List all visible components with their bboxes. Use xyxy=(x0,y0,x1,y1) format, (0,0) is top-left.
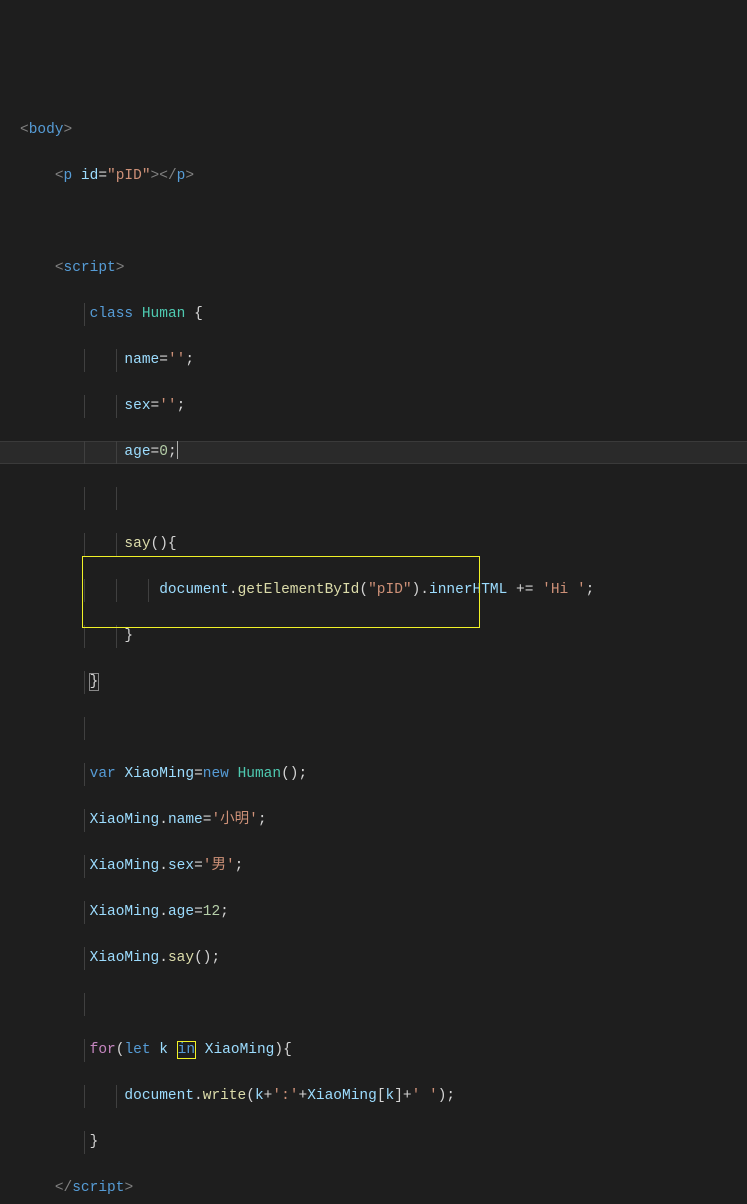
code-line: XiaoMing.age=12; xyxy=(20,901,747,924)
code-line xyxy=(20,717,747,740)
code-line: for(let k in XiaoMing){ xyxy=(20,1039,747,1062)
code-line: <script> xyxy=(20,257,747,280)
code-line: </script> xyxy=(20,1177,747,1200)
code-line: class Human { xyxy=(20,303,747,326)
code-line: say(){ xyxy=(20,533,747,556)
code-editor[interactable]: <body> <p id="pID"></p> <script> class H… xyxy=(20,96,747,1204)
code-line: name=''; xyxy=(20,349,747,372)
code-line: } xyxy=(20,625,747,648)
code-line: XiaoMing.sex='男'; xyxy=(20,855,747,878)
code-line: document.write(k+':'+XiaoMing[k]+' '); xyxy=(20,1085,747,1108)
code-line xyxy=(20,993,747,1016)
text-cursor xyxy=(177,441,178,459)
code-line: XiaoMing.name='小明'; xyxy=(20,809,747,832)
code-line xyxy=(20,487,747,510)
code-line: } xyxy=(20,671,747,694)
code-line xyxy=(20,211,747,234)
code-line: document.getElementById("pID").innerHTML… xyxy=(20,579,747,602)
code-line: <p id="pID"></p> xyxy=(20,165,747,188)
code-line: sex=''; xyxy=(20,395,747,418)
code-line-active: age=0; xyxy=(20,441,747,464)
code-line: } xyxy=(20,1131,747,1154)
code-line: <body> xyxy=(20,119,747,142)
code-line: XiaoMing.say(); xyxy=(20,947,747,970)
code-line: var XiaoMing=new Human(); xyxy=(20,763,747,786)
